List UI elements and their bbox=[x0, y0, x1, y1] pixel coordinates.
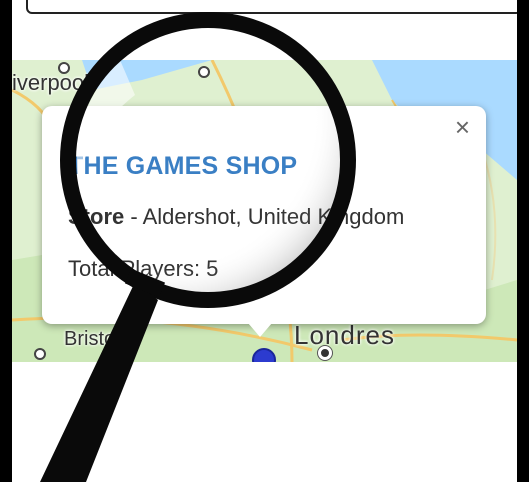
store-type-label: Store bbox=[68, 204, 125, 229]
store-location: Aldershot, United Kingdom bbox=[142, 204, 405, 229]
map-label-bristol: Bristol bbox=[64, 328, 120, 350]
map-city-dot bbox=[58, 62, 70, 74]
shop-name-link[interactable]: THE GAMES SHOP bbox=[68, 152, 297, 181]
info-window-popup: × THE GAMES SHOP Store - Aldershot, Unit… bbox=[42, 106, 486, 324]
top-panel bbox=[26, 0, 517, 14]
screenshot-frame: iverpool Bristol Londres × THE GAMES SHO… bbox=[12, 0, 517, 482]
store-separator: - bbox=[124, 204, 143, 229]
store-location-line: Store - Aldershot, United Kingdom bbox=[68, 204, 404, 230]
map-city-dot bbox=[100, 354, 112, 362]
map-city-dot bbox=[198, 66, 210, 78]
popup-pointer bbox=[248, 323, 272, 337]
map-label-londres: Londres bbox=[294, 320, 395, 350]
map-capital-dot bbox=[318, 346, 332, 360]
map-label-liverpool: iverpool bbox=[12, 70, 90, 95]
map-city-dot bbox=[34, 348, 46, 360]
close-icon[interactable]: × bbox=[455, 114, 470, 140]
total-players-text: Total Players: 5 bbox=[68, 256, 219, 281]
